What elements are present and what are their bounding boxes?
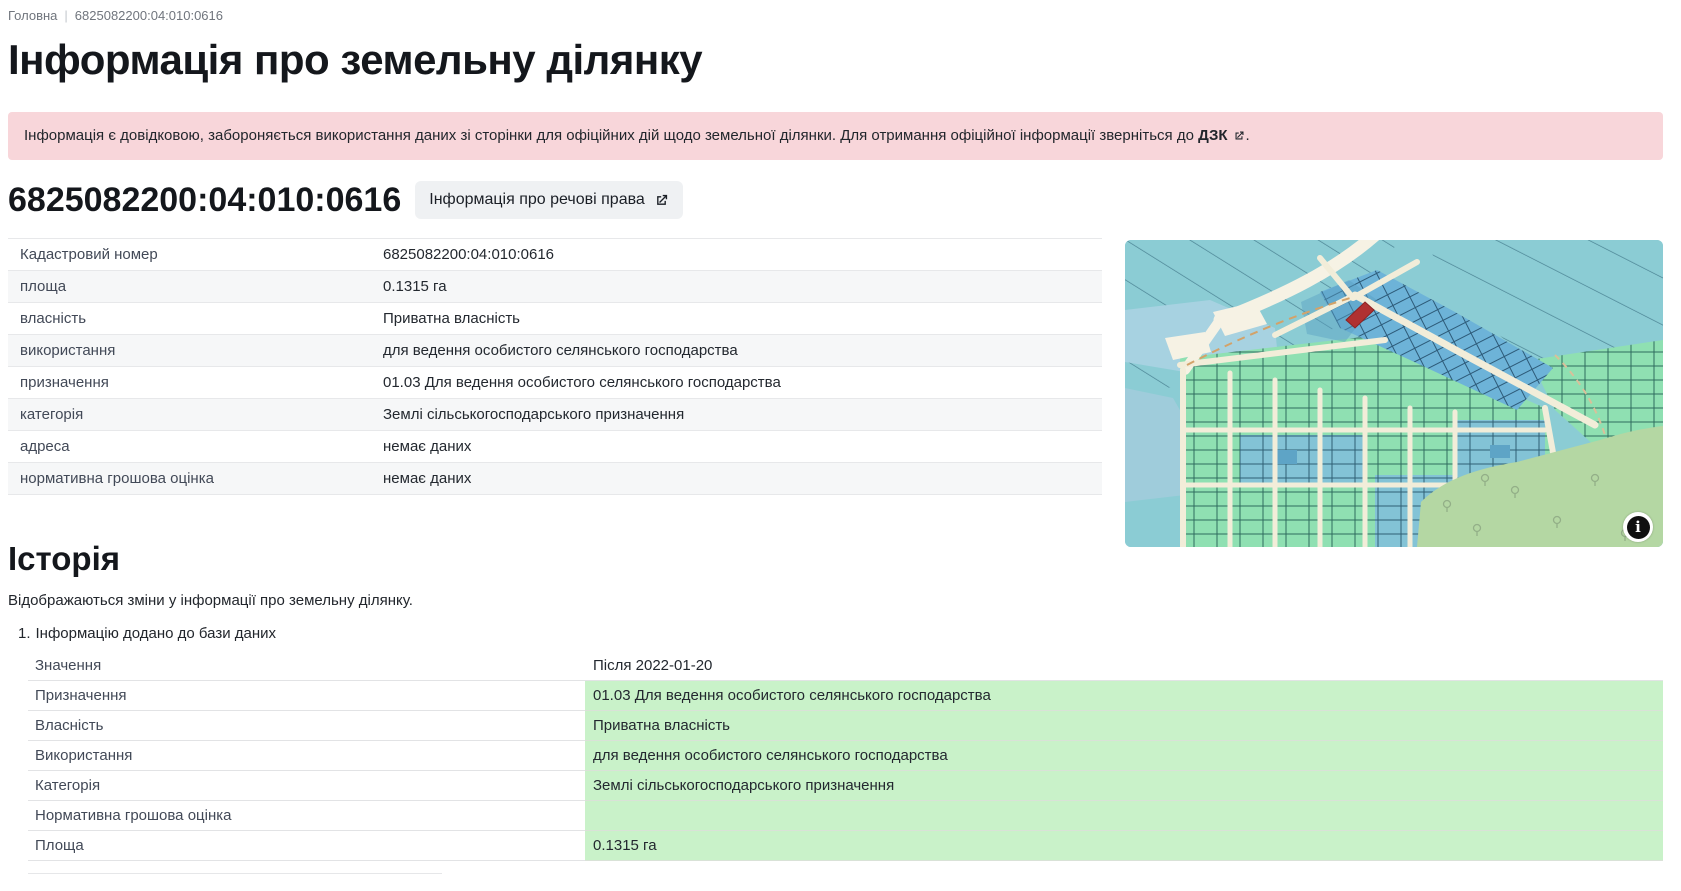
history-item-index: 1. (18, 625, 31, 642)
table-row: нормативна грошова оцінканемає даних (8, 463, 1102, 495)
table-row: площа0.1315 га (8, 271, 1102, 303)
history-table-row: КатегоріяЗемлі сільськогосподарського пр… (28, 771, 1663, 801)
table-row: призначення01.03 Для ведення особистого … (8, 367, 1102, 399)
history-description: Відображаються зміни у інформації про зе… (8, 591, 1681, 610)
property-rights-button-label: Інформація про речові права (429, 191, 645, 209)
next-history-item-divider (28, 873, 442, 874)
history-table-header-row: Значення Після 2022-01-20 (28, 651, 1663, 681)
history-list-item: 1. Інформацію додано до бази даних (8, 624, 1681, 643)
notice-banner: Інформація є довідковою, забороняється в… (8, 112, 1663, 160)
parcel-header-row: 6825082200:04:010:0616 Інформація про ре… (8, 180, 1681, 220)
breadcrumb-current: 6825082200:04:010:0616 (75, 8, 223, 23)
property-rights-button[interactable]: Інформація про речові права (415, 181, 683, 219)
history-item-title: Інформацію додано до бази даних (36, 625, 277, 642)
table-row: категоріяЗемлі сільськогосподарського пр… (8, 399, 1102, 431)
history-table-row: Використаннядля ведення особистого селян… (28, 741, 1663, 771)
table-row: Кадастровий номер6825082200:04:010:0616 (8, 239, 1102, 271)
external-link-icon (654, 193, 669, 208)
table-row: адресанемає даних (8, 431, 1102, 463)
table-row: власністьПриватна власність (8, 303, 1102, 335)
external-link-icon (1233, 130, 1245, 142)
breadcrumb-home-link[interactable]: Головна (8, 8, 57, 23)
cadastral-map[interactable]: i (1125, 240, 1663, 547)
map-info-button[interactable]: i (1623, 512, 1653, 542)
history-list: 1. Інформацію додано до бази даних (8, 624, 1681, 643)
breadcrumb: Головна | 6825082200:04:010:0616 (8, 8, 1681, 24)
notice-suffix: . (1246, 127, 1250, 144)
cadastral-map-graphic (1125, 240, 1663, 547)
notice-dzk-link[interactable]: ДЗК (1198, 127, 1227, 144)
page-title: Інформація про земельну ділянку (8, 38, 1681, 82)
history-table-row: Площа0.1315 га (28, 831, 1663, 861)
parcel-info-table: Кадастровий номер6825082200:04:010:0616 … (8, 238, 1102, 495)
breadcrumb-separator: | (64, 8, 67, 23)
history-table-row: ВласністьПриватна власність (28, 711, 1663, 741)
info-icon: i (1627, 516, 1650, 539)
history-change-table: Значення Після 2022-01-20 Призначення01.… (28, 651, 1663, 861)
notice-text: Інформація є довідковою, забороняється в… (24, 127, 1194, 144)
history-table-row: Призначення01.03 Для ведення особистого … (28, 681, 1663, 711)
history-table-row: Нормативна грошова оцінка (28, 801, 1663, 831)
parcel-number: 6825082200:04:010:0616 (8, 180, 401, 220)
table-row: використаннядля ведення особистого селян… (8, 335, 1102, 367)
